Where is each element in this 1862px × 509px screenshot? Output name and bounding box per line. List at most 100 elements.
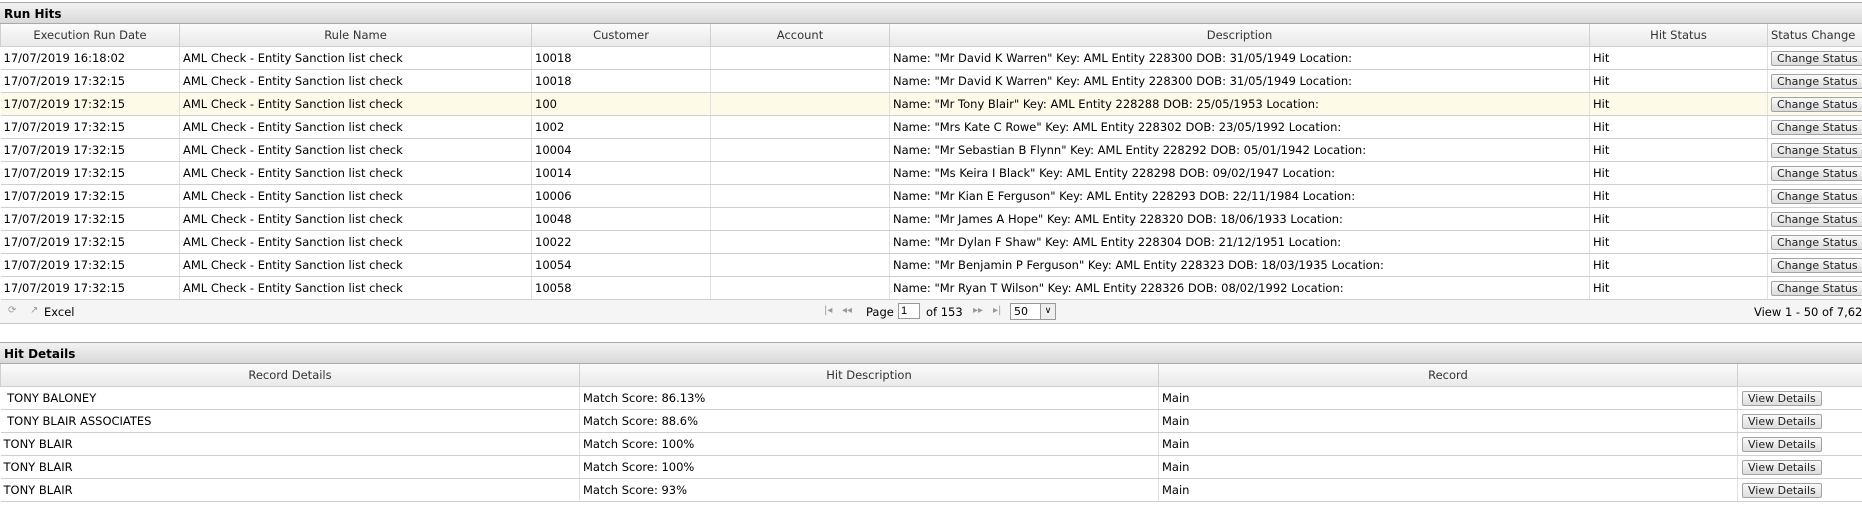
view-details-button[interactable]: View Details bbox=[1742, 436, 1822, 452]
table-row[interactable]: 17/07/2019 17:32:15 AML Check - Entity Sa… bbox=[0, 115, 1862, 139]
rule-name-cell: AML Check - Entity Sanction list check bbox=[179, 207, 532, 231]
table-row[interactable]: 17/07/2019 16:18:02 AML Check - Entity Sa… bbox=[0, 46, 1862, 70]
change-status-button[interactable]: Change Status bbox=[1771, 257, 1862, 273]
table-row[interactable]: 17/07/2019 17:32:15 AML Check - Entity Sa… bbox=[0, 161, 1862, 185]
run-hits-grid: Execution Run Date Rule Name Customer Ac… bbox=[0, 24, 1862, 300]
change-status-button[interactable]: Change Status bbox=[1771, 188, 1862, 204]
column-header-account[interactable]: Account bbox=[710, 24, 890, 47]
execution-run-date-cell: 17/07/2019 17:32:15 bbox=[0, 138, 180, 162]
run-hits-pager: ⟳ ↗ Excel |◂ ◂◂ Page of 153 ▸▸ ▸| 50 ∨ V… bbox=[0, 300, 1862, 324]
account-cell bbox=[710, 253, 890, 277]
rule-name-cell: AML Check - Entity Sanction list check bbox=[179, 253, 532, 277]
hit-description-cell: Match Score: 100% bbox=[579, 455, 1159, 479]
view-details-button[interactable]: View Details bbox=[1742, 413, 1822, 429]
column-header-execution-run-date[interactable]: Execution Run Date bbox=[0, 24, 180, 47]
hit-status-cell: Hit bbox=[1589, 46, 1768, 70]
change-status-button[interactable]: Change Status bbox=[1771, 50, 1862, 66]
column-header-record-details[interactable]: Record Details bbox=[0, 364, 580, 387]
change-status-button[interactable]: Change Status bbox=[1771, 142, 1862, 158]
record-cell: Main bbox=[1158, 478, 1738, 502]
table-row[interactable]: 17/07/2019 17:32:15 AML Check - Entity Sa… bbox=[0, 253, 1862, 277]
hit-status-cell: Hit bbox=[1589, 69, 1768, 93]
column-header-status-change[interactable]: Status Change bbox=[1767, 24, 1862, 47]
table-row[interactable]: 17/07/2019 17:32:15 AML Check - Entity Sa… bbox=[0, 69, 1862, 93]
change-status-button[interactable]: Change Status bbox=[1771, 96, 1862, 112]
execution-run-date-cell: 17/07/2019 17:32:15 bbox=[0, 69, 180, 93]
chevron-down-icon: ∨ bbox=[1040, 304, 1055, 319]
status-change-cell: Change Status bbox=[1767, 138, 1862, 162]
execution-run-date-cell: 17/07/2019 17:32:15 bbox=[0, 92, 180, 116]
table-row[interactable]: 17/07/2019 17:32:15 AML Check - Entity Sa… bbox=[0, 207, 1862, 231]
column-header-hit-status[interactable]: Hit Status bbox=[1589, 24, 1768, 47]
column-header-customer[interactable]: Customer bbox=[531, 24, 711, 47]
change-status-button[interactable]: Change Status bbox=[1771, 234, 1862, 250]
first-page-icon[interactable]: |◂ bbox=[824, 305, 832, 316]
page-number-input[interactable] bbox=[898, 303, 920, 319]
customer-cell: 10054 bbox=[531, 253, 711, 277]
last-page-icon[interactable]: ▸| bbox=[993, 305, 1001, 316]
table-row[interactable]: TONY BLAIR ASSOCIATES Match Score: 88.6% M… bbox=[0, 409, 1862, 433]
record-details-cell: TONY BALONEY bbox=[0, 386, 580, 410]
run-hits-body: 17/07/2019 16:18:02 AML Check - Entity Sa… bbox=[0, 46, 1862, 300]
record-count-text: View 1 - 50 of 7,62 bbox=[1754, 305, 1862, 319]
rule-name-cell: AML Check - Entity Sanction list check bbox=[179, 138, 532, 162]
next-page-icon[interactable]: ▸▸ bbox=[973, 305, 983, 316]
description-cell: Name: "Mr Tony Blair" Key: AML Entity 22… bbox=[889, 92, 1590, 116]
view-details-cell: View Details bbox=[1737, 409, 1862, 433]
hit-status-cell: Hit bbox=[1589, 207, 1768, 231]
customer-cell: 10014 bbox=[531, 161, 711, 185]
account-cell bbox=[710, 46, 890, 70]
page-size-value: 50 bbox=[1014, 305, 1028, 318]
record-cell: Main bbox=[1158, 386, 1738, 410]
description-cell: Name: "Mr David K Warren" Key: AML Entit… bbox=[889, 46, 1590, 70]
view-details-button[interactable]: View Details bbox=[1742, 390, 1822, 406]
previous-page-icon[interactable]: ◂◂ bbox=[842, 305, 852, 316]
customer-cell: 10018 bbox=[531, 69, 711, 93]
page-size-select[interactable]: 50 ∨ bbox=[1010, 303, 1056, 320]
status-change-cell: Change Status bbox=[1767, 184, 1862, 208]
execution-run-date-cell: 17/07/2019 17:32:15 bbox=[0, 161, 180, 185]
account-cell bbox=[710, 161, 890, 185]
change-status-button[interactable]: Change Status bbox=[1771, 119, 1862, 135]
rule-name-cell: AML Check - Entity Sanction list check bbox=[179, 92, 532, 116]
description-cell: Name: "Mr David K Warren" Key: AML Entit… bbox=[889, 69, 1590, 93]
table-row[interactable]: TONY BALONEY Match Score: 86.13% Main View … bbox=[0, 386, 1862, 410]
table-row[interactable]: TONY BLAIR Match Score: 100% Main View Deta… bbox=[0, 455, 1862, 479]
column-header-hit-description[interactable]: Hit Description bbox=[579, 364, 1159, 387]
table-row[interactable]: 17/07/2019 17:32:15 AML Check - Entity Sa… bbox=[0, 138, 1862, 162]
table-row[interactable]: 17/07/2019 17:32:15 AML Check - Entity Sa… bbox=[0, 230, 1862, 254]
column-header-rule-name[interactable]: Rule Name bbox=[179, 24, 532, 47]
run-hits-header-row: Execution Run Date Rule Name Customer Ac… bbox=[0, 24, 1862, 47]
column-header-record[interactable]: Record bbox=[1158, 364, 1738, 387]
view-details-button[interactable]: View Details bbox=[1742, 459, 1822, 475]
export-icon[interactable]: ↗ bbox=[30, 305, 38, 316]
table-row[interactable]: TONY BLAIR Match Score: 100% Main View Deta… bbox=[0, 432, 1862, 456]
status-change-cell: Change Status bbox=[1767, 69, 1862, 93]
table-row[interactable]: TONY BLAIR Match Score: 93% Main View Detai… bbox=[0, 478, 1862, 502]
column-header-description[interactable]: Description bbox=[889, 24, 1590, 47]
view-details-button[interactable]: View Details bbox=[1742, 482, 1822, 498]
hit-status-cell: Hit bbox=[1589, 138, 1768, 162]
record-cell: Main bbox=[1158, 455, 1738, 479]
refresh-icon[interactable]: ⟳ bbox=[8, 305, 16, 316]
rule-name-cell: AML Check - Entity Sanction list check bbox=[179, 115, 532, 139]
change-status-button[interactable]: Change Status bbox=[1771, 280, 1862, 296]
change-status-button[interactable]: Change Status bbox=[1771, 211, 1862, 227]
page-count: of 153 bbox=[926, 305, 963, 319]
hit-status-cell: Hit bbox=[1589, 115, 1768, 139]
change-status-button[interactable]: Change Status bbox=[1771, 165, 1862, 181]
column-header-actions bbox=[1737, 364, 1862, 387]
hit-description-cell: Match Score: 93% bbox=[579, 478, 1159, 502]
status-change-cell: Change Status bbox=[1767, 253, 1862, 277]
table-row[interactable]: 17/07/2019 17:32:15 AML Check - Entity Sa… bbox=[0, 184, 1862, 208]
change-status-button[interactable]: Change Status bbox=[1771, 73, 1862, 89]
excel-export-link[interactable]: Excel bbox=[44, 305, 74, 319]
table-row[interactable]: 17/07/2019 17:32:15 AML Check - Entity Sa… bbox=[0, 92, 1862, 116]
description-cell: Name: "Ms Keira I Black" Key: AML Entity… bbox=[889, 161, 1590, 185]
hit-description-cell: Match Score: 100% bbox=[579, 432, 1159, 456]
hit-details-title: Hit Details bbox=[0, 342, 1862, 364]
view-details-cell: View Details bbox=[1737, 478, 1862, 502]
hit-status-cell: Hit bbox=[1589, 253, 1768, 277]
hit-details-grid: Record Details Hit Description Record TO… bbox=[0, 364, 1862, 502]
table-row[interactable]: 17/07/2019 17:32:15 AML Check - Entity Sa… bbox=[0, 276, 1862, 300]
